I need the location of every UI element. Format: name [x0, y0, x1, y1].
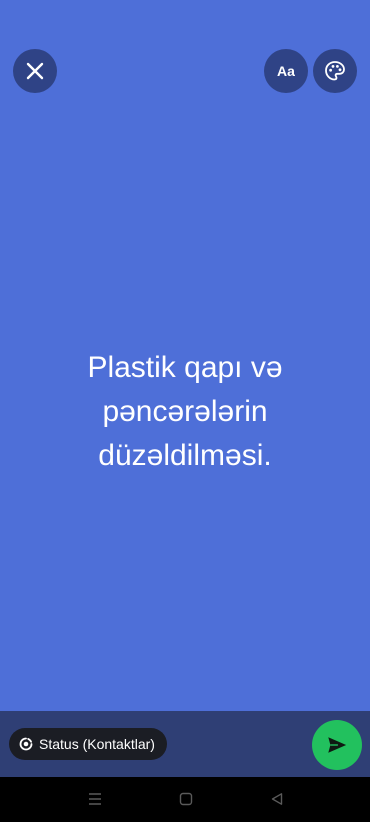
status-text[interactable]: Plastik qapı və pəncərələrin düzəldilməs… — [40, 346, 330, 478]
text-status-composer: Aa Plastik qapı və pəncərələrin düzəldil… — [0, 0, 370, 822]
status-audience-button[interactable]: Status (Kontaktlar) — [9, 728, 167, 760]
status-audience-label: Status (Kontaktlar) — [39, 736, 155, 752]
back-button[interactable] — [267, 789, 287, 809]
font-style-label: Aa — [277, 63, 295, 79]
send-button[interactable] — [312, 720, 362, 770]
background-color-button[interactable] — [313, 49, 357, 93]
status-ring-icon — [19, 737, 33, 751]
close-button[interactable] — [13, 49, 57, 93]
recent-apps-icon — [89, 793, 101, 805]
composer-bar: Status (Kontaktlar) — [0, 711, 370, 777]
system-navigation-bar — [0, 777, 370, 822]
font-style-button[interactable]: Aa — [264, 49, 308, 93]
back-icon — [271, 793, 283, 805]
close-icon — [26, 62, 44, 80]
status-canvas[interactable]: Aa Plastik qapı və pəncərələrin düzəldil… — [0, 0, 370, 711]
send-icon — [328, 737, 347, 753]
palette-icon — [325, 61, 345, 81]
recent-apps-button[interactable] — [85, 789, 105, 809]
home-icon — [179, 792, 193, 806]
home-button[interactable] — [176, 789, 196, 809]
